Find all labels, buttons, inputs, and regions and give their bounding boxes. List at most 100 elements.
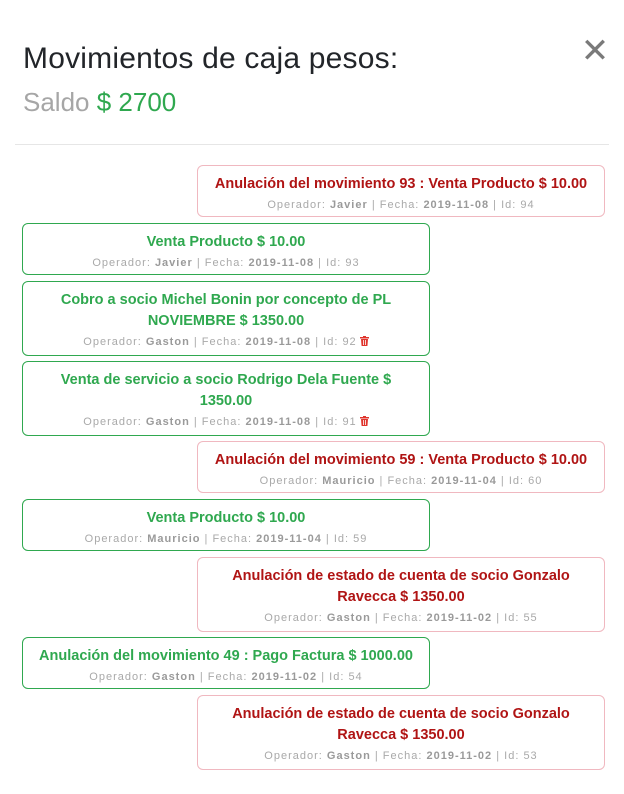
movement-meta: Operador: Gaston | Fecha: 2019-11-02 | I… [208,610,594,626]
id-label: Id: [326,257,342,269]
date-label: Fecha: [207,671,248,683]
date-value: 2019-11-04 [256,533,322,545]
separator: | [379,475,384,487]
balance: Saldo $ 2700 [23,86,624,118]
separator: | [318,257,323,269]
date-value: 2019-11-02 [426,750,493,762]
operator-name: Gaston [326,750,371,762]
movement-meta: Operador: Javier | Fecha: 2019-11-08 | I… [33,255,419,271]
separator: | [321,671,326,683]
movement-meta: Operador: Gaston | Fecha: 2019-11-02 | I… [208,748,594,764]
id-label: Id: [504,612,520,624]
movement-meta: Operador: Gaston | Fecha: 2019-11-02 | I… [33,669,419,685]
date-value: 2019-11-02 [426,612,493,624]
movement-description: Anulación de estado de cuenta de socio G… [232,568,570,605]
date-label: Fecha: [204,257,245,269]
movement-card-anulacion: Anulación del movimiento 93 : Venta Prod… [197,165,605,217]
movement-description: Venta de servicio a socio Rodrigo Dela F… [60,372,392,409]
operator-name: Mauricio [147,533,201,545]
operator-name: Javier [154,257,193,269]
id-value: 92 [342,336,357,348]
separator: | [315,336,320,348]
movement-description: Cobro a socio Michel Bonin por concepto … [60,292,392,329]
movement-meta: Operador: Gaston | Fecha: 2019-11-08 | I… [33,334,419,350]
header-divider [15,144,609,145]
date-label: Fecha: [387,475,428,487]
separator: | [325,533,330,545]
date-value: 2019-11-04 [431,475,497,487]
date-label: Fecha: [382,612,423,624]
id-label: Id: [508,475,525,487]
operator-label: Operador: [259,475,319,487]
id-label: Id: [329,671,345,683]
movement-card-ingreso: Venta Producto $ 10.00 Operador: Javier |… [22,223,430,275]
operator-name: Gaston [326,612,371,624]
balance-value: $ 2700 [96,87,177,117]
movement-card-ingreso: Anulación del movimiento 49 : Pago Factu… [22,637,430,689]
id-value: 91 [342,416,357,428]
separator: | [500,475,505,487]
movement-card-anulacion: Anulación de estado de cuenta de socio G… [197,557,605,632]
movement-description: Anulación del movimiento 59 : Venta Prod… [214,452,588,468]
separator: | [493,199,498,211]
trash-icon[interactable] [359,415,369,426]
operator-name: Mauricio [322,475,376,487]
id-value: 94 [520,199,535,211]
modal-header: Movimientos de caja pesos: Saldo $ 2700 [23,40,624,118]
separator: | [371,199,376,211]
movement-card-anulacion: Anulación del movimiento 59 : Venta Prod… [197,441,605,493]
movement-meta: Operador: Mauricio | Fecha: 2019-11-04 |… [33,531,419,547]
movement-description: Venta Producto $ 10.00 [146,234,306,250]
separator: | [315,416,320,428]
movement-card-ingreso: Venta de servicio a socio Rodrigo Dela F… [22,361,430,436]
separator: | [196,257,201,269]
id-value: 60 [528,475,543,487]
separator: | [496,612,501,624]
movement-card-ingreso: Venta Producto $ 10.00 Operador: Mauricio… [22,499,430,551]
date-label: Fecha: [382,750,423,762]
date-value: 2019-11-08 [248,257,315,269]
page-title: Movimientos de caja pesos: [23,42,399,75]
movement-card-anulacion: Anulación de estado de cuenta de socio G… [197,695,605,770]
id-label: Id: [504,750,520,762]
id-value: 54 [348,671,363,683]
date-label: Fecha: [201,416,242,428]
date-value: 2019-11-02 [251,671,318,683]
movement-description: Anulación de estado de cuenta de socio G… [232,706,570,743]
movement-description: Anulación del movimiento 93 : Venta Prod… [214,176,588,192]
operator-label: Operador: [92,257,151,269]
id-value: 93 [345,257,360,269]
operator-name: Gaston [151,671,196,683]
separator: | [193,336,198,348]
movement-card-ingreso: Cobro a socio Michel Bonin por concepto … [22,281,430,356]
operator-label: Operador: [264,612,323,624]
separator: | [193,416,198,428]
id-label: Id: [501,199,517,211]
operator-label: Operador: [84,533,144,545]
operator-name: Javier [329,199,368,211]
date-value: 2019-11-08 [245,416,312,428]
id-value: 59 [353,533,368,545]
trash-icon[interactable] [359,335,369,346]
date-label: Fecha: [379,199,420,211]
id-value: 53 [523,750,538,762]
separator: | [374,612,379,624]
operator-name: Gaston [145,416,190,428]
operator-label: Operador: [83,336,142,348]
id-label: Id: [323,336,339,348]
date-value: 2019-11-08 [423,199,490,211]
operator-label: Operador: [89,671,148,683]
id-label: Id: [333,533,350,545]
separator: | [199,671,204,683]
date-value: 2019-11-08 [245,336,312,348]
movement-meta: Operador: Javier | Fecha: 2019-11-08 | I… [208,197,594,213]
id-value: 55 [523,612,538,624]
id-label: Id: [323,416,339,428]
operator-label: Operador: [267,199,326,211]
close-icon[interactable]: ✕ [580,34,610,68]
operator-name: Gaston [145,336,190,348]
movement-description: Anulación del movimiento 49 : Pago Factu… [39,648,413,664]
separator: | [496,750,501,762]
separator: | [204,533,209,545]
operator-label: Operador: [83,416,142,428]
